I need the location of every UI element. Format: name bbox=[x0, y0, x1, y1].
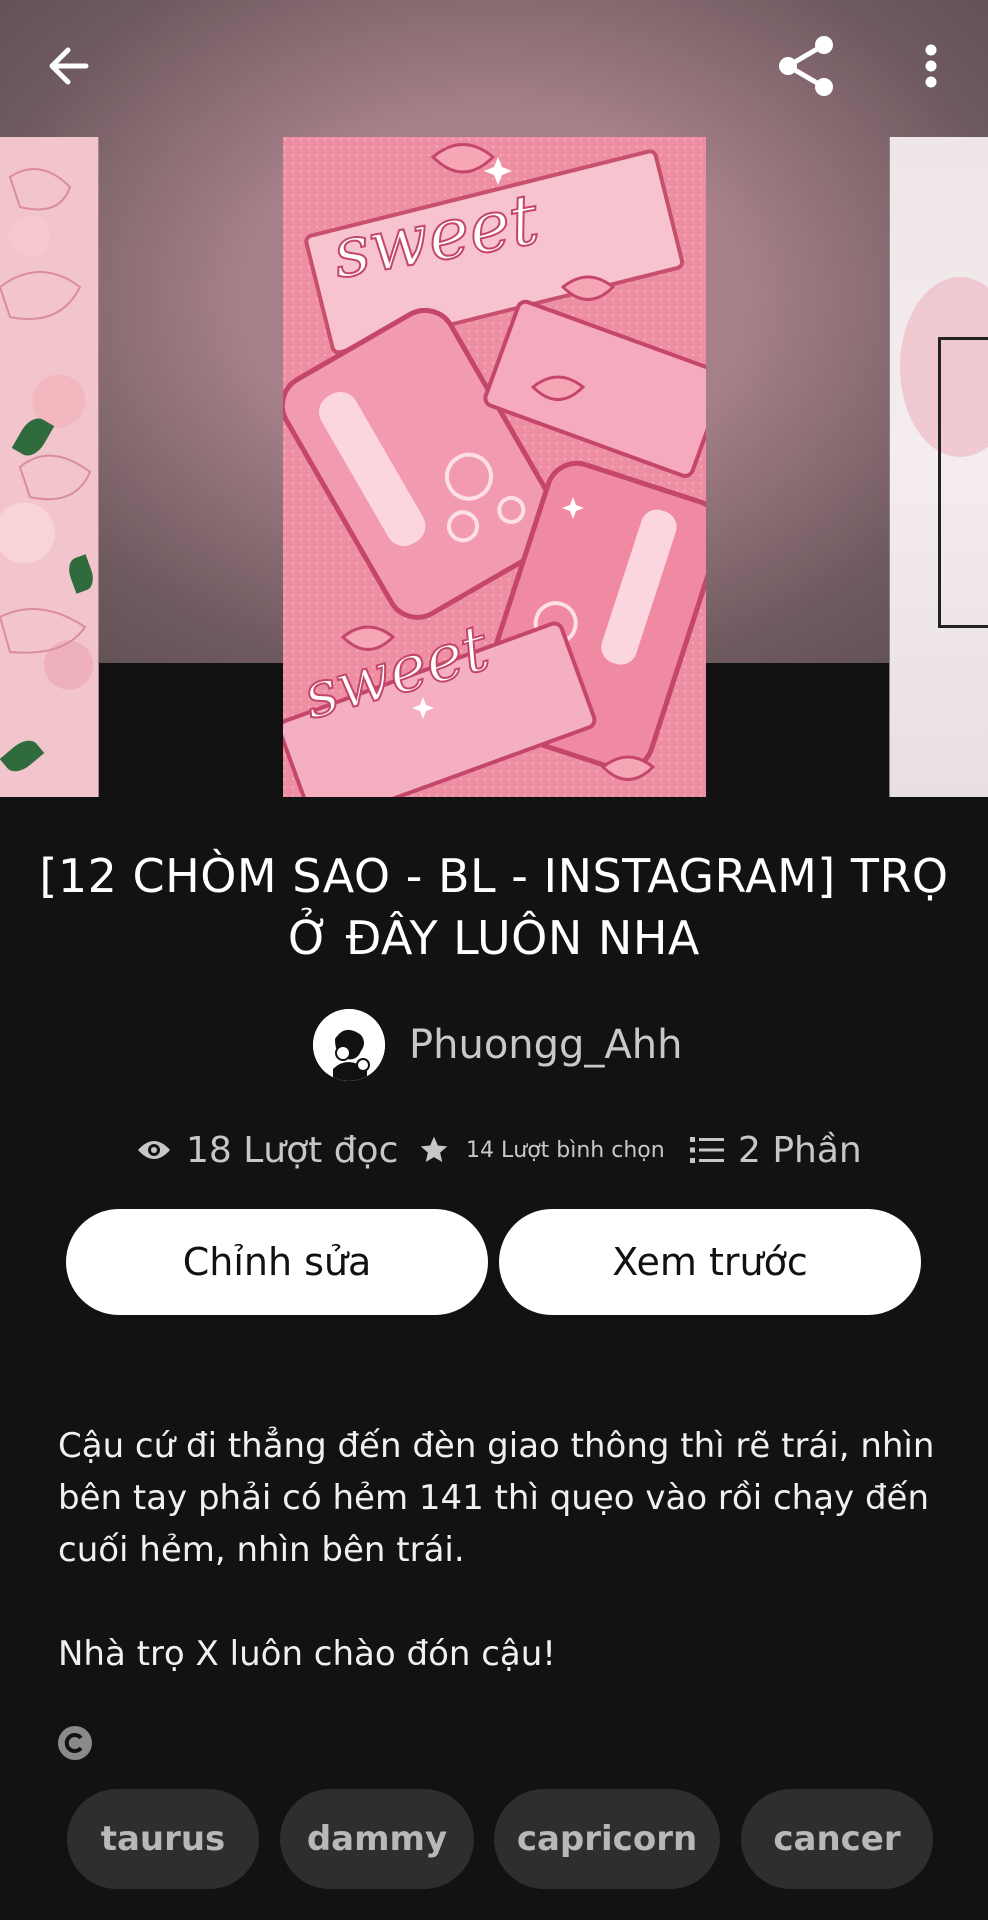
tag-chip[interactable]: capricorn bbox=[494, 1789, 720, 1889]
story-stats: 18 Lượt đọc 14 Lượt bình chọn 2 Phần bbox=[0, 1120, 988, 1180]
tag-chip[interactable]: dammy bbox=[280, 1789, 474, 1889]
tag-chip[interactable]: cancer bbox=[741, 1789, 933, 1889]
story-description: Cậu cứ đi thẳng đến đèn giao thông thì r… bbox=[58, 1420, 938, 1732]
author-link[interactable]: Phuongg_Ahh bbox=[313, 1009, 683, 1081]
back-button[interactable] bbox=[28, 36, 108, 100]
cover-previous[interactable] bbox=[0, 137, 99, 797]
share-button[interactable] bbox=[770, 32, 842, 104]
cover-next[interactable] bbox=[889, 137, 988, 797]
share-icon bbox=[776, 35, 836, 101]
reads-count: 18 Lượt đọc bbox=[186, 1129, 399, 1171]
parts-stat[interactable]: 2 Phần bbox=[690, 1120, 862, 1180]
more-vertical-icon bbox=[924, 44, 938, 92]
parts-count: 2 Phần bbox=[738, 1129, 862, 1171]
votes-stat: 14 Lượt bình chọn bbox=[418, 1120, 665, 1180]
votes-count: 14 Lượt bình chọn bbox=[466, 1137, 665, 1163]
star-icon bbox=[418, 1134, 450, 1166]
copyright-icon[interactable] bbox=[57, 1725, 93, 1765]
edit-button[interactable]: Chỉnh sửa bbox=[66, 1209, 488, 1315]
preview-button[interactable]: Xem trước bbox=[499, 1209, 921, 1315]
tag-chip[interactable]: taurus bbox=[67, 1789, 259, 1889]
reads-stat: 18 Lượt đọc bbox=[136, 1120, 398, 1180]
story-title: [12 CHÒM SAO - BL - INSTAGRAM] TRỌ Ở ĐÂY… bbox=[39, 849, 949, 965]
avatar bbox=[313, 1009, 385, 1081]
eye-icon bbox=[136, 1138, 172, 1162]
arrow-left-icon bbox=[46, 46, 90, 90]
list-icon bbox=[690, 1136, 724, 1164]
description-paragraph: Cậu cứ đi thẳng đến đèn giao thông thì r… bbox=[58, 1426, 935, 1570]
more-options-button[interactable] bbox=[905, 36, 957, 100]
author-name: Phuongg_Ahh bbox=[409, 1022, 683, 1068]
cover-current[interactable]: sweet sweet bbox=[283, 137, 706, 797]
tag-list: taurus dammy capricorn cancer bbox=[0, 1789, 988, 1889]
description-paragraph: Nhà trọ X luôn chào đón cậu! bbox=[58, 1634, 556, 1674]
